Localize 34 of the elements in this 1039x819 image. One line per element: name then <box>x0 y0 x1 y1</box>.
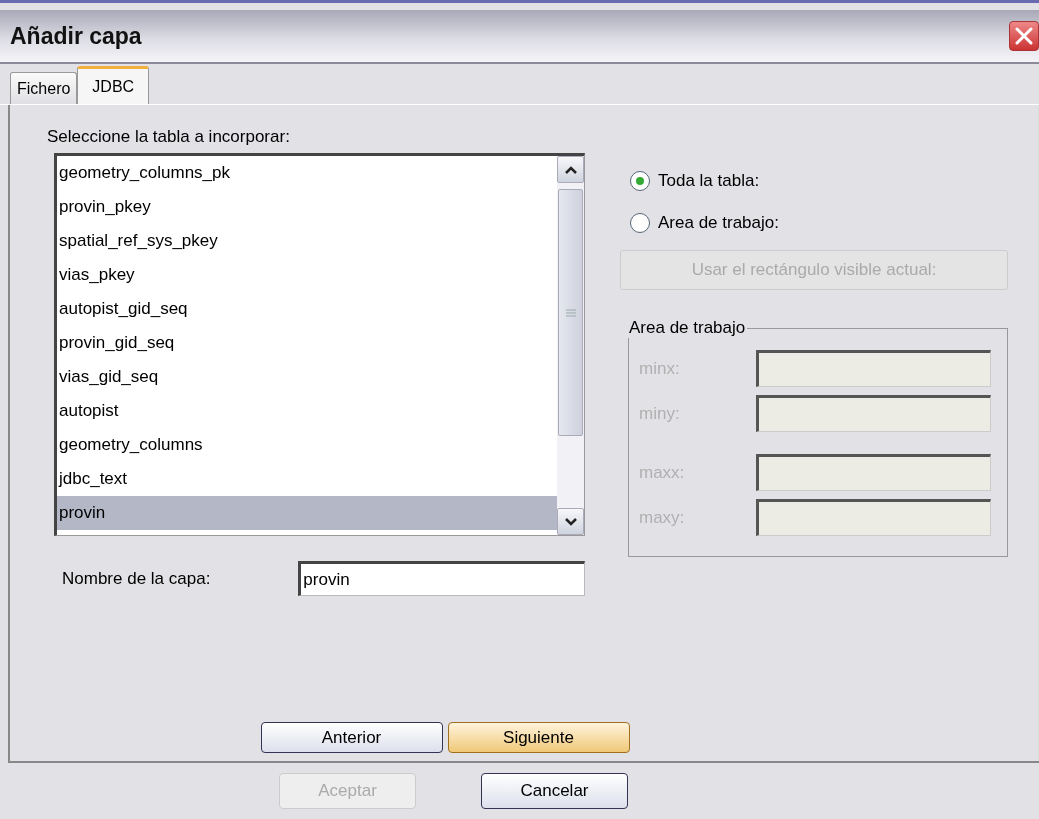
table-list-item[interactable]: provin_pkey <box>57 190 557 224</box>
table-list-item[interactable]: geometry_columns_pk <box>57 156 557 190</box>
tab[interactable]: JDBC <box>77 66 150 104</box>
scroll-thumb[interactable] <box>558 189 583 436</box>
table-list-item[interactable]: autopist <box>57 394 557 428</box>
tab[interactable]: Fichero <box>10 72 78 104</box>
layer-name-label: Nombre de la capa: <box>62 568 212 589</box>
close-button[interactable] <box>1009 21 1039 51</box>
chevron-down-icon <box>564 517 577 526</box>
wizard-button[interactable]: Anterior <box>260 722 443 753</box>
grip-icon <box>565 308 576 317</box>
list-label: Seleccione la tabla a incorporar: <box>47 127 290 147</box>
table-list-item[interactable]: vias_gid_seq <box>57 360 557 394</box>
table-list-item[interactable]: autopist_gid_seq <box>57 292 557 326</box>
chevron-up-icon <box>564 165 577 174</box>
layer-name-field[interactable]: provin <box>298 561 585 596</box>
table-list-item[interactable]: provin_gid_seq <box>57 326 557 360</box>
window-title: Añadir capa <box>10 22 142 50</box>
scroll-down-button[interactable] <box>557 508 584 535</box>
close-icon <box>1013 25 1035 47</box>
scroll-up-button[interactable] <box>557 156 584 183</box>
radio-option[interactable]: Area de trabajo: <box>630 202 779 244</box>
table-list-item[interactable]: provin <box>57 496 557 530</box>
table-list-item[interactable]: spatial_ref_sys_pkey <box>57 224 557 258</box>
radio-button[interactable] <box>630 171 650 191</box>
radio-button[interactable] <box>630 213 650 233</box>
radio-option[interactable]: Toda la tabla: <box>630 160 760 202</box>
wizard-button[interactable]: Siguiente <box>447 722 630 753</box>
dialog-button[interactable]: Cancelar <box>481 773 628 809</box>
scrollbar[interactable] <box>557 156 584 535</box>
group-title: Area de trabajo <box>628 318 747 338</box>
table-list-item[interactable]: geometry_columns <box>57 428 557 462</box>
table-list-item[interactable]: jdbc_text <box>57 462 557 496</box>
table-list-item[interactable]: vias_pkey <box>57 258 557 292</box>
